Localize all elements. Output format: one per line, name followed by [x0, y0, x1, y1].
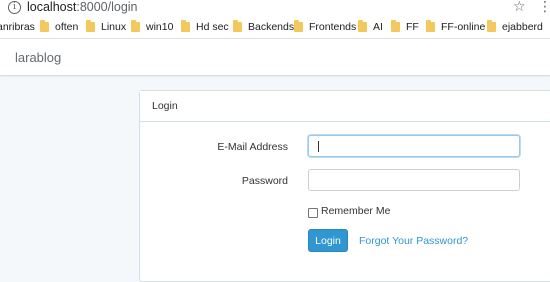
url-path: :8000/login: [76, 0, 138, 14]
bookmark-label: FF: [406, 21, 419, 33]
menu-icon[interactable]: ⋮: [538, 0, 550, 15]
folder-icon: [391, 20, 400, 32]
remember-checkbox[interactable]: [308, 208, 318, 218]
bookmark-label: Backends: [248, 21, 295, 33]
bookmark-label: Linux: [101, 21, 127, 33]
bookmark-label: win10: [146, 21, 174, 33]
bookmark-hd-sec[interactable]: Hd sec: [181, 19, 229, 35]
folder-icon: [426, 20, 435, 32]
email-field[interactable]: [308, 135, 520, 157]
folder-icon: [131, 20, 140, 32]
address-bar[interactable]: i localhost:8000/login ☆ ⋮: [0, 0, 550, 17]
folder-icon: [487, 20, 496, 32]
brand-link[interactable]: larablog: [15, 50, 61, 65]
star-icon[interactable]: ☆: [513, 0, 526, 15]
login-button[interactable]: Login: [308, 229, 348, 252]
folder-icon: [86, 20, 95, 32]
folder-icon: [233, 20, 242, 32]
bookmarks-bar: anribras often Linux win10 Hd sec Backen…: [0, 19, 550, 35]
bookmark-win10[interactable]: win10: [131, 19, 173, 35]
url-host: localhost: [27, 0, 77, 14]
folder-icon: [358, 20, 367, 32]
info-icon[interactable]: i: [8, 1, 21, 14]
bookmark-anribras[interactable]: anribras: [0, 19, 35, 35]
password-label: Password: [241, 175, 288, 187]
bookmark-linux[interactable]: Linux: [86, 19, 126, 35]
browser-toolbar: i localhost:8000/login ☆ ⋮ anribras ofte…: [0, 0, 550, 39]
email-label: E-Mail Address: [217, 141, 288, 153]
bookmark-label: AI: [373, 21, 383, 33]
bookmark-label: often: [55, 21, 79, 33]
folder-icon: [40, 20, 49, 32]
bookmark-often[interactable]: often: [40, 19, 78, 35]
bookmark-ejabberd[interactable]: ejabberd: [487, 19, 543, 35]
top-navbar: larablog: [0, 39, 550, 76]
bookmark-ai[interactable]: AI: [358, 19, 383, 35]
folder-icon: [181, 20, 190, 32]
bookmark-backends[interactable]: Backends: [233, 19, 294, 35]
folder-icon: [294, 20, 303, 32]
panel-heading: Login: [140, 91, 550, 122]
bookmark-label: FF-online: [441, 21, 486, 33]
password-field[interactable]: [308, 169, 520, 191]
bookmark-label: Hd sec: [196, 21, 229, 33]
forgot-password-link[interactable]: Forgot Your Password?: [359, 235, 468, 247]
text-caret: [318, 141, 319, 152]
login-panel: Login E-Mail Address Password Remember M…: [139, 90, 550, 282]
bookmark-ff-online[interactable]: FF-online: [426, 19, 485, 35]
bookmark-ff[interactable]: FF: [391, 19, 419, 35]
remember-label[interactable]: Remember Me: [321, 205, 390, 217]
bookmark-label: ejabberd: [502, 21, 543, 33]
url-text[interactable]: localhost:8000/login: [27, 0, 138, 15]
bookmark-frontends[interactable]: Frontends: [294, 19, 356, 35]
bookmark-label: anribras: [0, 21, 35, 33]
bookmark-label: Frontends: [309, 21, 357, 33]
